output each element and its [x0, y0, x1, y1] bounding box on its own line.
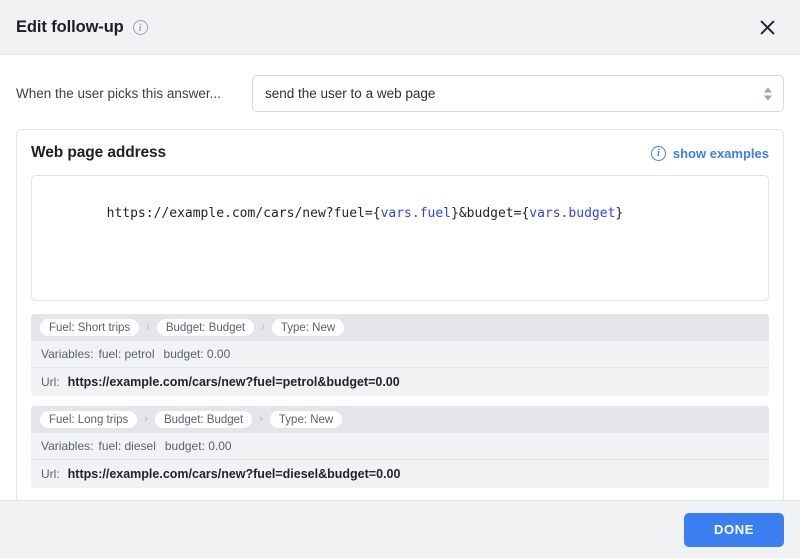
info-circle-icon: i	[650, 145, 666, 161]
chevron-right-icon: ›	[261, 321, 265, 333]
edit-follow-up-dialog: Edit follow-up i When the user picks thi…	[0, 0, 800, 558]
answer-action-select-wrap: send the user to a web page	[252, 75, 784, 112]
url-template-input[interactable]: https://example.com/cars/new?fuel={vars.…	[31, 175, 769, 301]
card-title: Web page address	[31, 144, 167, 161]
preview-url-row: Url: https://example.com/cars/new?fuel=pe…	[31, 368, 769, 396]
dialog-footer: DONE	[0, 500, 800, 558]
variable-value: fuel: diesel	[98, 439, 156, 453]
variables-label: Variables:	[41, 439, 94, 453]
preview-list: Fuel: Short trips › Budget: Budget › Type: N…	[31, 314, 769, 488]
web-page-address-card: Web page address i show examples https:/…	[16, 129, 784, 500]
preview-path-chips: Fuel: Short trips › Budget: Budget › Type: N…	[31, 314, 769, 341]
variable-value: budget: 0.00	[163, 347, 231, 361]
url-label: Url:	[41, 467, 60, 481]
card-header: Web page address i show examples	[31, 144, 769, 162]
url-text-fragment: }	[615, 205, 624, 221]
path-chip: Type: New	[271, 319, 345, 336]
preview-variables-row: Variables: fuel: diesel budget: 0.00	[31, 433, 769, 460]
preview-url-row: Url: https://example.com/cars/new?fuel=di…	[31, 460, 769, 488]
chevron-right-icon: ›	[146, 321, 150, 333]
path-chip: Budget: Budget	[156, 319, 255, 336]
url-text-fragment: }&budget=	[451, 205, 522, 221]
path-chip: Fuel: Short trips	[40, 319, 140, 336]
dialog-body: When the user picks this answer... send …	[0, 55, 800, 500]
page-title: Edit follow-up	[16, 17, 124, 36]
preview-block: Fuel: Short trips › Budget: Budget › Type: N…	[31, 314, 769, 396]
show-examples-button[interactable]: i show examples	[650, 145, 769, 161]
url-text-fragment: {	[372, 205, 381, 221]
url-variable-token: vars.budget	[529, 205, 616, 221]
path-chip: Type: New	[269, 411, 343, 428]
chevron-right-icon: ›	[144, 413, 148, 425]
path-chip: Fuel: Long trips	[40, 411, 138, 428]
dialog-header: Edit follow-up i	[0, 0, 800, 55]
close-button[interactable]	[750, 10, 784, 44]
show-examples-label: show examples	[672, 145, 769, 161]
close-x-icon	[759, 19, 776, 36]
variable-value: budget: 0.00	[164, 439, 232, 453]
answer-action-select-value: send the user to a web page	[265, 86, 436, 101]
answer-action-label: When the user picks this answer...	[16, 86, 221, 101]
url-template-text: https://example.com/cars/new?fuel={vars.…	[107, 206, 624, 221]
preview-path-chips: Fuel: Long trips › Budget: Budget › Type: Ne…	[31, 406, 769, 433]
done-button[interactable]: DONE	[684, 512, 784, 547]
preview-block: Fuel: Long trips › Budget: Budget › Type: Ne…	[31, 406, 769, 488]
url-variable-token: vars.fuel	[380, 205, 452, 221]
resolved-url-value: https://example.com/cars/new?fuel=diesel…	[67, 467, 401, 481]
answer-action-select[interactable]: send the user to a web page	[252, 75, 784, 112]
url-label: Url:	[41, 375, 60, 389]
chevron-right-icon: ›	[259, 413, 263, 425]
info-circle-icon[interactable]: i	[132, 19, 148, 35]
variable-value: fuel: petrol	[98, 347, 155, 361]
path-chip: Budget: Budget	[154, 411, 253, 428]
url-text-fragment: https://example.com/cars/new?fuel=	[106, 205, 373, 221]
resolved-url-value: https://example.com/cars/new?fuel=petrol…	[67, 375, 400, 389]
preview-variables-row: Variables: fuel: petrol budget: 0.00	[31, 341, 769, 368]
variables-label: Variables:	[41, 347, 94, 361]
answer-action-row: When the user picks this answer... send …	[16, 55, 784, 129]
